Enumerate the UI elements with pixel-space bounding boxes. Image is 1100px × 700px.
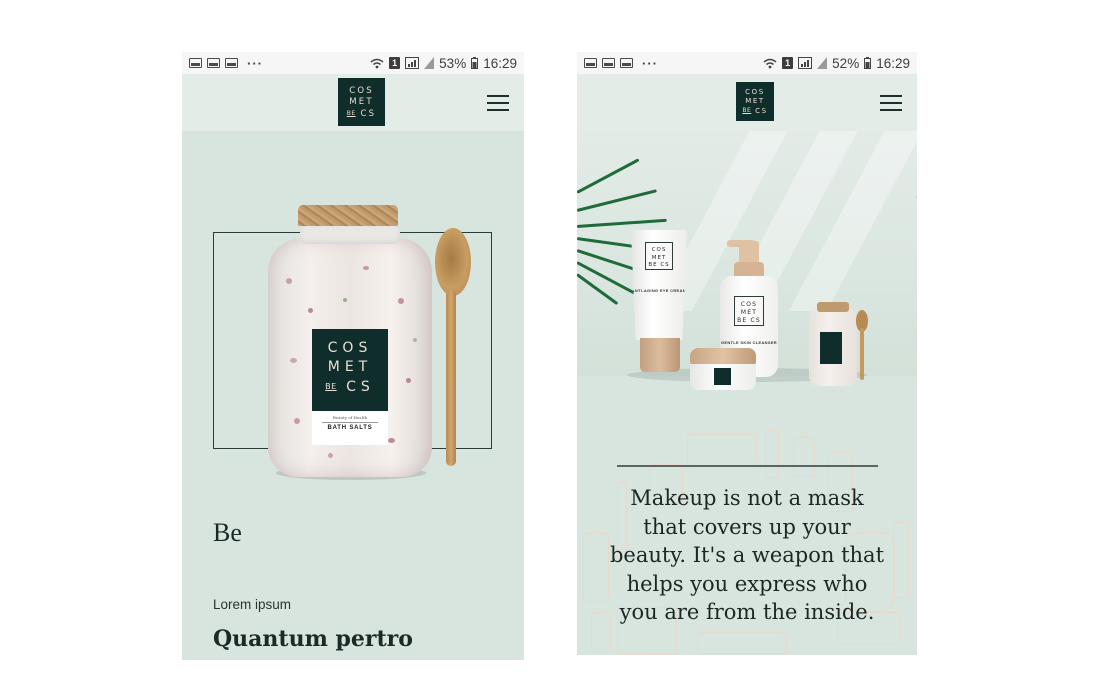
clock: 16:29 xyxy=(483,55,517,71)
clock: 16:29 xyxy=(876,55,910,71)
tube-cap xyxy=(640,338,680,372)
wooden-spoon xyxy=(435,228,471,296)
jar-neck xyxy=(300,226,400,244)
status-bar: ··· 1 53% 16:29 xyxy=(182,52,524,74)
battery-percent: 52% xyxy=(832,55,860,71)
image-icon xyxy=(620,58,633,68)
brand-logo[interactable]: COS MET BE CS xyxy=(736,82,774,121)
signal-icon xyxy=(424,57,435,69)
palm-leaf xyxy=(577,273,619,306)
signal-icon xyxy=(405,57,420,69)
image-icon xyxy=(189,58,202,68)
hamburger-menu-icon[interactable] xyxy=(487,95,509,111)
gallery-icon xyxy=(602,58,615,68)
brush-outline xyxy=(793,436,815,476)
palm-leaf xyxy=(577,158,640,194)
hamburger-menu-icon[interactable] xyxy=(880,95,902,111)
app-header: COS MET BE CS xyxy=(577,74,917,131)
section-eyebrow: Lorem ipsum xyxy=(213,597,292,612)
palm-leaf xyxy=(577,189,657,212)
sim-indicator: 1 xyxy=(389,57,401,69)
pump-top xyxy=(739,241,759,264)
product-label-panel: Beauty of Health BATH SALTS xyxy=(312,411,388,445)
section-title: Quantum pertro xyxy=(213,626,413,652)
product-label-brand: COS MET BE CS xyxy=(325,340,375,395)
status-bar: ··· 1 52% 16:29 xyxy=(577,52,917,74)
gallery-icon xyxy=(584,58,597,68)
cream-jar-lid xyxy=(690,348,756,364)
palm-leaf xyxy=(916,195,917,229)
wooden-spoon-handle xyxy=(446,290,456,466)
section-heading: Be xyxy=(213,518,242,547)
signal-icon xyxy=(817,57,828,69)
bottle-outline xyxy=(583,532,609,602)
wifi-icon xyxy=(763,58,777,68)
palm-leaf xyxy=(577,218,667,228)
gallery-icon xyxy=(225,58,238,68)
battery-icon xyxy=(864,57,872,69)
makeup-quote: Makeup is not a mask that covers up your… xyxy=(609,486,885,624)
eye-cream-tube: COS MET BE CS ANTI-AGING EYE CREAM xyxy=(631,230,687,340)
phone-screen-left: ··· 1 53% 16:29 COS MET BE CS COS MET BE… xyxy=(182,52,524,660)
sim-indicator: 1 xyxy=(782,57,794,69)
battery-icon xyxy=(471,57,479,69)
app-header: COS MET BE CS xyxy=(182,74,524,131)
gallery-icon xyxy=(207,58,220,68)
battery-percent: 53% xyxy=(439,55,467,71)
palette-outline xyxy=(687,434,757,466)
more-notifications: ··· xyxy=(642,55,658,71)
wifi-icon xyxy=(370,58,384,68)
phone-screen-right: ··· 1 52% 16:29 COS MET BE CS COS MET BE… xyxy=(577,52,917,655)
more-notifications: ··· xyxy=(247,55,263,71)
product-label: COS MET BE CS Beauty of Health BATH SALT… xyxy=(312,329,388,445)
quote-divider xyxy=(617,465,878,467)
signal-icon xyxy=(798,57,813,69)
cork-lid xyxy=(298,205,398,226)
brand-logo[interactable]: COS MET BE CS xyxy=(338,78,385,126)
